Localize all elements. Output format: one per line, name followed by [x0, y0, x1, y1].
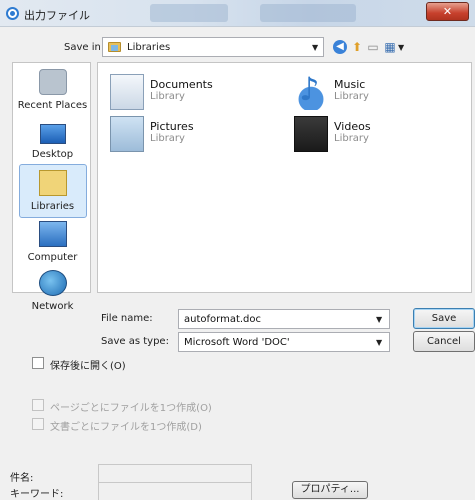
save-in-label: Save in:: [64, 42, 105, 53]
list-item-documents[interactable]: Documents Library: [110, 74, 270, 120]
file-name: Music: [334, 78, 366, 91]
places-bar: Recent Places Desktop Libraries Computer…: [12, 62, 92, 312]
file-type: Library: [150, 91, 185, 102]
file-type: Library: [150, 133, 185, 144]
place-label: Network: [31, 301, 74, 312]
list-item-videos[interactable]: Videos Library: [294, 116, 454, 162]
music-library-icon: [294, 70, 328, 110]
place-label: Libraries: [30, 201, 75, 212]
save-type-value: Microsoft Word 'DOC': [184, 337, 290, 348]
open-after-save-label: 保存後に開く(O): [50, 361, 126, 372]
network-icon: [38, 270, 67, 296]
title-bar-background-blur: [150, 4, 228, 22]
pictures-library-icon: [110, 116, 144, 152]
subject-field: [98, 464, 252, 483]
file-per-page-label: ページごとにファイルを1つ作成(O): [50, 403, 212, 414]
save-type-select[interactable]: Microsoft Word 'DOC': [178, 332, 390, 352]
place-libraries[interactable]: Libraries: [13, 164, 92, 218]
videos-library-icon: [294, 116, 328, 152]
file-name-chevron-down-icon[interactable]: ▼: [376, 315, 382, 324]
close-button[interactable]: ✕: [426, 2, 469, 21]
open-after-save-checkbox[interactable]: [32, 357, 44, 369]
app-icon: [6, 7, 19, 20]
chevron-down-icon: ▼: [312, 43, 319, 52]
close-icon: ✕: [442, 5, 453, 18]
place-label: Recent Places: [17, 100, 88, 111]
file-per-document-checkbox: [32, 418, 44, 430]
save-in-value: Libraries: [127, 42, 171, 53]
place-computer[interactable]: Computer: [13, 221, 92, 263]
file-name-label: File name:: [101, 313, 153, 324]
file-name: Videos: [334, 120, 371, 133]
place-label: Computer: [27, 252, 78, 263]
up-folder-icon[interactable]: ⬆: [350, 40, 364, 54]
file-type: Library: [334, 91, 369, 102]
place-desktop[interactable]: Desktop: [13, 120, 92, 160]
place-label: Desktop: [31, 149, 74, 160]
file-name-input[interactable]: [178, 309, 390, 329]
title-bar[interactable]: 出力ファイル ✕: [0, 0, 475, 27]
file-type: Library: [334, 133, 369, 144]
place-recent-places[interactable]: Recent Places: [13, 69, 92, 111]
keywords-label: キーワード:: [10, 489, 64, 500]
views-chevron-down-icon[interactable]: ▼: [398, 43, 404, 52]
title-bar-background-blur: [260, 4, 356, 22]
file-name: Pictures: [150, 120, 194, 133]
libraries-folder-icon: [108, 42, 121, 52]
list-item-music[interactable]: Music Library: [294, 70, 454, 120]
save-in-combo[interactable]: Libraries ▼: [102, 37, 324, 57]
computer-icon: [38, 221, 67, 247]
file-list[interactable]: Documents Library Music Library Pictures…: [97, 62, 472, 293]
list-item-pictures[interactable]: Pictures Library: [110, 116, 270, 162]
place-network[interactable]: Network: [13, 270, 92, 312]
properties-button[interactable]: プロパティ...: [292, 481, 368, 499]
libraries-icon: [38, 170, 67, 196]
back-icon[interactable]: ◀: [333, 40, 347, 54]
save-type-chevron-down-icon[interactable]: ▼: [376, 338, 382, 347]
save-button[interactable]: Save: [413, 308, 475, 329]
save-type-label: Save as type:: [101, 336, 169, 347]
subject-label: 件名:: [10, 473, 34, 484]
file-per-document-label: 文書ごとにファイルを1つ作成(D): [50, 422, 202, 433]
file-name: Documents: [150, 78, 213, 91]
desktop-icon: [39, 124, 66, 144]
keywords-field: [98, 482, 252, 500]
views-menu-icon[interactable]: ▦: [383, 40, 397, 54]
new-folder-icon[interactable]: ▭: [366, 40, 380, 54]
cancel-button[interactable]: Cancel: [413, 331, 475, 352]
documents-library-icon: [110, 74, 144, 110]
file-per-page-checkbox: [32, 399, 44, 411]
window-title: 出力ファイル: [24, 9, 90, 22]
recent-places-icon: [38, 69, 67, 95]
